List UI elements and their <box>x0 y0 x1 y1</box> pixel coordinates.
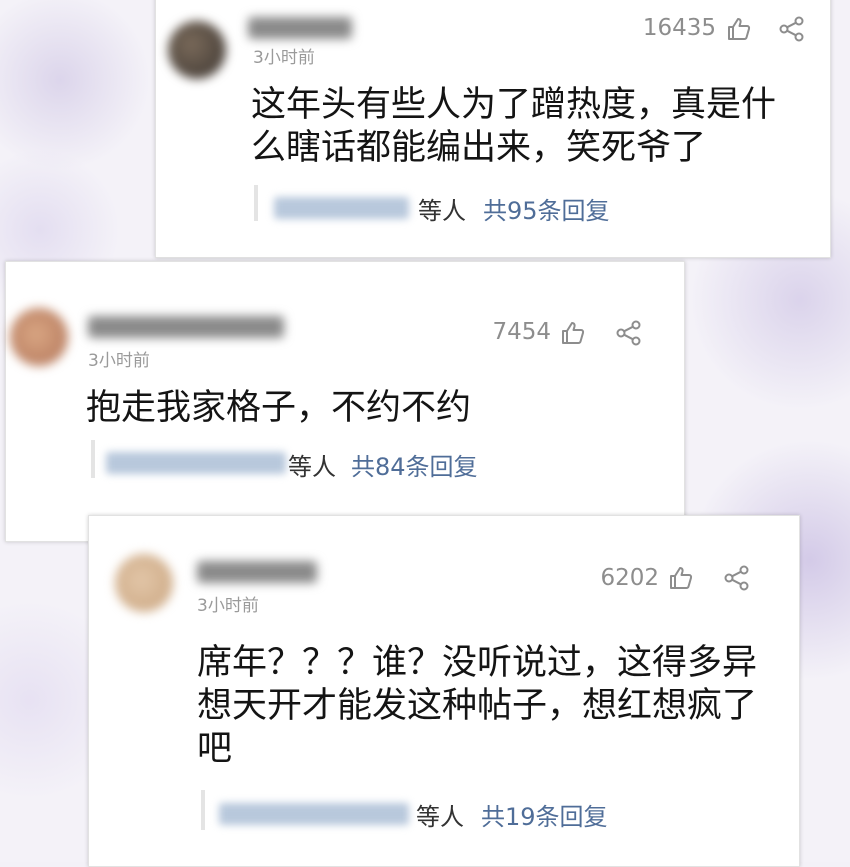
thumbs-up-icon[interactable] <box>560 320 586 346</box>
comment-time: 3小时前 <box>88 351 150 371</box>
like-count: 6202 <box>600 565 659 591</box>
reply-divider <box>91 440 95 478</box>
comment-card: 3小时前 16435 这年头有些人为了蹭热度，真是什么瞎话都能编出来，笑死爷了 … <box>155 0 831 258</box>
username[interactable] <box>248 17 352 39</box>
comment-content: 席年？？？谁？没听说过，这得多异想天开才能发这种帖子，想红想疯了吧 <box>197 643 758 769</box>
avatar[interactable] <box>168 21 226 79</box>
username[interactable] <box>197 561 317 583</box>
reply-username[interactable] <box>106 452 286 474</box>
like-count: 7454 <box>492 319 551 345</box>
username[interactable] <box>88 316 284 338</box>
reply-count-link[interactable]: 共19条回复 <box>481 797 608 832</box>
share-icon[interactable] <box>779 16 805 42</box>
reply-count-link[interactable]: 共95条回复 <box>483 191 610 226</box>
reply-suffix: 等人 <box>418 197 466 225</box>
comment-content: 抱走我家格子，不约不约 <box>86 388 472 428</box>
comment-card: 3小时前 7454 抱走我家格子，不约不约 等人 共84条回复 <box>5 261 685 542</box>
comment-content: 这年头有些人为了蹭热度，真是什么瞎话都能编出来，笑死爷了 <box>251 85 777 168</box>
comment-card: 3小时前 6202 席年？？？谁？没听说过，这得多异想天开才能发这种帖子，想红想… <box>88 515 800 867</box>
reply-suffix: 等人 <box>288 453 336 481</box>
reply-suffix: 等人 <box>416 803 464 831</box>
thumbs-up-icon[interactable] <box>668 565 694 591</box>
reply-divider <box>254 185 258 221</box>
like-count: 16435 <box>642 15 716 41</box>
comment-time: 3小时前 <box>253 48 315 68</box>
thumbs-up-icon[interactable] <box>726 16 752 42</box>
reply-username[interactable] <box>274 197 409 219</box>
share-icon[interactable] <box>616 320 642 346</box>
reply-divider <box>201 790 205 830</box>
avatar[interactable] <box>10 308 68 366</box>
reply-username[interactable] <box>219 803 409 825</box>
comment-time: 3小时前 <box>197 596 259 616</box>
reply-count-link[interactable]: 共84条回复 <box>351 447 478 482</box>
share-icon[interactable] <box>724 565 750 591</box>
avatar[interactable] <box>115 554 173 612</box>
